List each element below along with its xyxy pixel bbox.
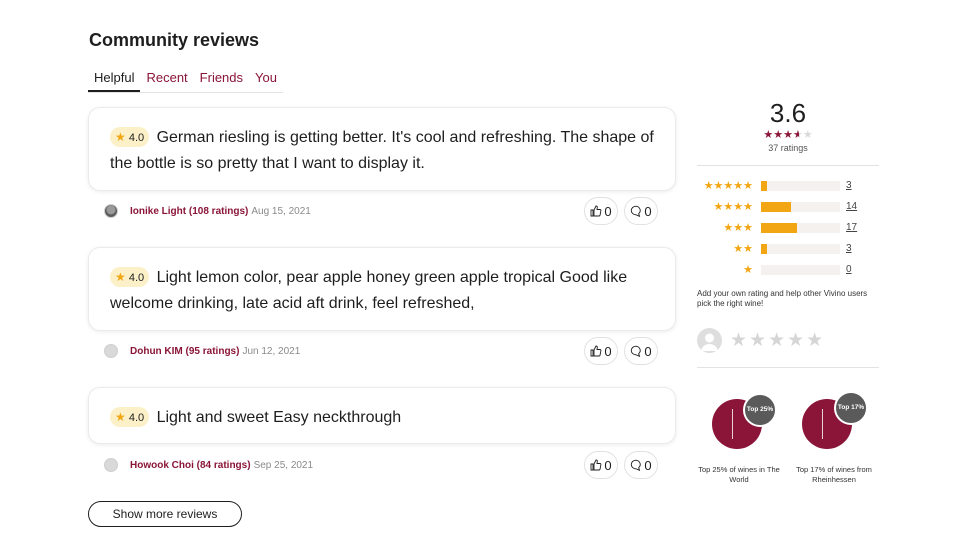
review-text: German riesling is getting better. It's … [110,129,654,172]
rating-badge: ★ 4.0 [110,407,150,427]
thumbs-up-icon [590,205,602,217]
star-icon: ★ [115,410,126,424]
reviewer-name[interactable]: Ionike Light (108 ratings) [130,206,248,217]
tab-recent[interactable]: Recent [140,66,193,92]
rating-badge: ★ 4.0 [110,127,150,147]
rank-label: Top 25% of wines in The World [698,465,780,484]
comment-button[interactable]: 0 [624,197,658,225]
star-icon: ★★★★★ [763,129,813,141]
distribution-bar [761,265,840,275]
comment-count: 0 [644,343,652,359]
star-icon: ★★★ [723,222,753,234]
thumbs-up-icon [590,345,602,357]
rank-label: Top 17% of wines from Rheinhessen [796,465,872,484]
distribution-bar [761,202,840,212]
star-icon: ★ [115,130,126,144]
star-icon: ★ [115,270,126,284]
distribution-row: ★ 0 [697,264,879,276]
like-button[interactable]: 0 [584,451,618,479]
distribution-bar-fill [761,181,768,191]
divider [697,367,879,368]
distribution-row: ★★ 3 [697,243,879,255]
distribution-bar-fill [761,223,798,233]
distribution-bar [761,244,840,254]
rating-value: 4.0 [128,132,145,144]
distribution-bar-fill [761,202,791,212]
add-rating-prompt: Add your own rating and help other Vivin… [697,289,868,308]
tab-friends[interactable]: Friends [194,66,249,92]
review-card[interactable]: ★ 4.0 German riesling is getting better.… [88,107,676,191]
average-stars: ★★★★★ [697,128,879,141]
distribution-count[interactable]: 14 [846,201,857,212]
reviewer-name[interactable]: Dohun KIM (95 ratings) [130,346,239,357]
reviewer-name[interactable]: Howook Choi (84 ratings) [130,460,251,471]
distribution-row: ★★★★ 14 [697,201,879,213]
section-title: Community reviews [89,30,260,50]
divider [697,165,879,166]
rating-value: 4.0 [128,412,145,424]
comment-button[interactable]: 0 [624,337,658,365]
average-rating: 3.6 [769,98,807,128]
review-meta: Dohun KIM (95 ratings) Jun 12, 2021 [104,343,300,359]
distribution-count[interactable]: 0 [846,264,852,275]
review-date: Aug 15, 2021 [251,205,311,217]
my-rating: ★★★★★ [697,328,825,353]
user-avatar-icon[interactable] [104,458,118,472]
tab-helpful[interactable]: Helpful [88,66,141,92]
tab-you[interactable]: You [249,66,283,92]
distribution-bar [761,181,840,191]
distribution-bar-fill [761,244,768,254]
comment-icon [631,205,642,217]
star-icon: ★★★★ [713,201,753,213]
review-date: Sep 25, 2021 [253,459,314,471]
star-icon: ★ [743,264,753,276]
like-count: 0 [604,203,612,219]
like-count: 0 [604,343,612,359]
review-meta: Ionike Light (108 ratings) Aug 15, 2021 [104,203,311,219]
comment-count: 0 [644,457,652,473]
rating-value: 4.0 [128,272,145,284]
comment-icon [631,345,642,357]
review-date: Jun 12, 2021 [242,345,301,357]
rate-stars-input[interactable]: ★★★★★ [730,329,825,352]
comment-button[interactable]: 0 [624,451,658,479]
user-avatar-icon[interactable] [104,204,118,218]
review-card[interactable]: ★ 4.0 Light and sweet Easy neckthrough [88,387,676,444]
star-icon: ★★ [733,243,753,255]
distribution-count[interactable]: 17 [846,222,857,233]
like-button[interactable]: 0 [584,197,618,225]
comment-count: 0 [644,203,652,219]
rank-bubble: Top 17% [834,391,868,425]
rank-bubble: Top 25% [743,393,777,427]
user-avatar-icon [697,328,722,353]
distribution-count[interactable]: 3 [846,180,852,191]
review-text: Light lemon color, pear apple honey gree… [110,269,628,312]
thumbs-up-icon [590,459,602,471]
comment-icon [631,459,642,471]
distribution-bar [761,223,840,233]
user-avatar-icon[interactable] [104,344,118,358]
ratings-count: 37 ratings [768,143,808,153]
distribution-row: ★★★★★ 3 [697,180,879,192]
star-icon: ★★★★★ [703,180,753,192]
review-text: Light and sweet Easy neckthrough [156,409,402,426]
rating-badge: ★ 4.0 [110,267,150,287]
like-count: 0 [604,457,612,473]
review-tabs: Helpful Recent Friends You [88,66,283,93]
review-meta: Howook Choi (84 ratings) Sep 25, 2021 [104,457,313,473]
distribution-count[interactable]: 3 [846,243,852,254]
show-more-reviews-button[interactable]: Show more reviews [88,501,242,527]
review-card[interactable]: ★ 4.0 Light lemon color, pear apple hone… [88,247,676,331]
distribution-row: ★★★ 17 [697,222,879,234]
like-button[interactable]: 0 [584,337,618,365]
